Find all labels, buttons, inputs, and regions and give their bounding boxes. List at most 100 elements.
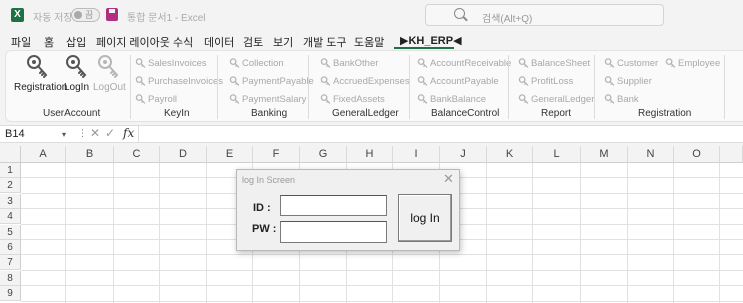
key-icon xyxy=(229,94,240,105)
balancesheet-button[interactable]: BalanceSheet xyxy=(518,57,590,70)
tab-data[interactable]: 데이터 xyxy=(204,34,234,50)
id-input[interactable] xyxy=(280,195,387,216)
paymentpayable-button[interactable]: PaymentPayable xyxy=(229,75,314,88)
collection-button[interactable]: Collection xyxy=(229,57,284,70)
row-header[interactable]: 2 xyxy=(0,178,21,194)
login-label: LogIn xyxy=(64,82,90,93)
tab-review[interactable]: 검토 xyxy=(243,34,263,50)
enter-icon[interactable]: ✓ xyxy=(105,126,115,140)
bankother-button[interactable]: BankOther xyxy=(320,57,378,70)
generalledger-report-button[interactable]: GeneralLedger xyxy=(518,93,594,106)
accountreceivable-button[interactable]: AccountReceivable xyxy=(417,57,511,70)
formula-input[interactable] xyxy=(138,126,743,142)
payroll-label: Payroll xyxy=(148,94,178,105)
row-header[interactable]: 8 xyxy=(0,270,21,286)
column-header[interactable]: F xyxy=(253,146,300,163)
pw-input[interactable] xyxy=(280,221,387,243)
column-header[interactable]: G xyxy=(300,146,347,163)
search-box[interactable]: 검색(Alt+Q) xyxy=(425,4,664,26)
column-header[interactable]: L xyxy=(533,146,581,163)
key-icon xyxy=(604,94,615,105)
column-header[interactable]: I xyxy=(393,146,440,163)
bank-button[interactable]: Bank xyxy=(604,93,639,106)
paymentsalary-button[interactable]: PaymentSalary xyxy=(229,93,306,106)
fixedassets-button[interactable]: FixedAssets xyxy=(320,93,385,106)
tab-developer[interactable]: 개발 도구 xyxy=(303,34,347,50)
row-header[interactable]: 3 xyxy=(0,193,21,209)
grid-line xyxy=(159,163,160,303)
key-icon xyxy=(417,76,428,87)
column-header[interactable]: K xyxy=(487,146,533,163)
column-header[interactable]: A xyxy=(21,146,66,163)
grid-line xyxy=(673,163,674,303)
accruedexpenses-button[interactable]: AccruedExpenses xyxy=(320,75,410,88)
tab-page-layout[interactable]: 페이지 레이아웃 xyxy=(96,34,170,50)
column-header[interactable]: D xyxy=(160,146,207,163)
column-header[interactable]: M xyxy=(581,146,628,163)
tab-view[interactable]: 보기 xyxy=(273,34,293,50)
key-icon xyxy=(66,55,86,78)
bankbalance-button[interactable]: BankBalance xyxy=(417,93,486,106)
tab-formulas[interactable]: 수식 xyxy=(173,34,193,50)
profitloss-label: ProfitLoss xyxy=(531,76,574,87)
save-icon[interactable] xyxy=(106,8,118,21)
active-tab-indicator xyxy=(394,47,454,49)
tab-home[interactable]: 홈 xyxy=(44,34,54,50)
column-header[interactable]: J xyxy=(440,146,487,163)
employee-button[interactable]: Employee xyxy=(665,57,720,70)
group-separator xyxy=(130,55,131,119)
group-separator xyxy=(409,55,410,119)
column-header[interactable]: N xyxy=(628,146,674,163)
column-header[interactable] xyxy=(720,146,743,163)
formula-bar: B14 ▾ ⋮ ✕ ✓ fx xyxy=(0,125,743,143)
row-header[interactable]: 4 xyxy=(0,209,21,225)
login-button[interactable]: LogIn xyxy=(64,54,90,93)
key-icon xyxy=(135,58,146,69)
select-all-corner[interactable] xyxy=(0,146,21,163)
paymentpayable-label: PaymentPayable xyxy=(242,76,314,87)
salesinvoices-button[interactable]: SalesInvoices xyxy=(135,57,207,70)
close-icon[interactable]: ✕ xyxy=(443,171,454,187)
row-header[interactable]: 9 xyxy=(0,286,21,302)
customer-button[interactable]: Customer xyxy=(604,57,658,70)
salesinvoices-label: SalesInvoices xyxy=(148,58,207,69)
id-label: ID : xyxy=(253,202,271,214)
tab-kh-erp[interactable]: ▶KH_ERP◀ xyxy=(400,34,462,47)
column-header[interactable]: B xyxy=(66,146,114,163)
autosave-toggle[interactable]: 끔 xyxy=(71,8,100,22)
payroll-button[interactable]: Payroll xyxy=(135,93,177,106)
column-header[interactable]: H xyxy=(347,146,393,163)
paymentsalary-label: PaymentSalary xyxy=(242,94,307,105)
supplier-button[interactable]: Supplier xyxy=(604,75,652,88)
logout-button[interactable]: LogOut xyxy=(93,54,126,93)
accruedexpenses-label: AccruedExpenses xyxy=(333,76,410,87)
column-header[interactable]: E xyxy=(207,146,253,163)
login-submit-button[interactable]: log In xyxy=(398,194,452,242)
row-header[interactable]: 6 xyxy=(0,240,21,255)
tab-insert[interactable]: 삽입 xyxy=(66,34,86,50)
row-header[interactable]: 1 xyxy=(0,163,21,178)
name-box-value: B14 xyxy=(5,128,25,140)
row-header[interactable]: 7 xyxy=(0,255,21,271)
row-header[interactable]: 5 xyxy=(0,224,21,240)
name-box[interactable]: B14 ▾ xyxy=(5,127,69,142)
purchaseinvoices-button[interactable]: PurchaseInvoices xyxy=(135,75,223,88)
accountpayable-button[interactable]: AccountPayable xyxy=(417,75,499,88)
grid-line xyxy=(206,163,207,303)
column-header[interactable]: O xyxy=(674,146,720,163)
key-icon xyxy=(229,58,240,69)
search-icon xyxy=(454,8,465,19)
key-icon xyxy=(27,55,47,78)
column-header[interactable]: C xyxy=(114,146,160,163)
employee-label: Employee xyxy=(678,58,721,69)
registration-button[interactable]: Registration xyxy=(14,54,67,93)
insert-function-icon[interactable]: fx xyxy=(123,126,134,140)
tab-help[interactable]: 도움말 xyxy=(354,34,384,50)
cancel-icon[interactable]: ✕ xyxy=(90,126,100,140)
chevron-down-icon[interactable]: ▾ xyxy=(62,127,66,142)
more-options-icon[interactable]: ⋮ xyxy=(78,128,87,139)
group-title-registration: Registration xyxy=(638,108,692,119)
profitloss-button[interactable]: ProfitLoss xyxy=(518,75,573,88)
tab-file[interactable]: 파일 xyxy=(11,34,31,50)
key-icon xyxy=(320,94,331,105)
